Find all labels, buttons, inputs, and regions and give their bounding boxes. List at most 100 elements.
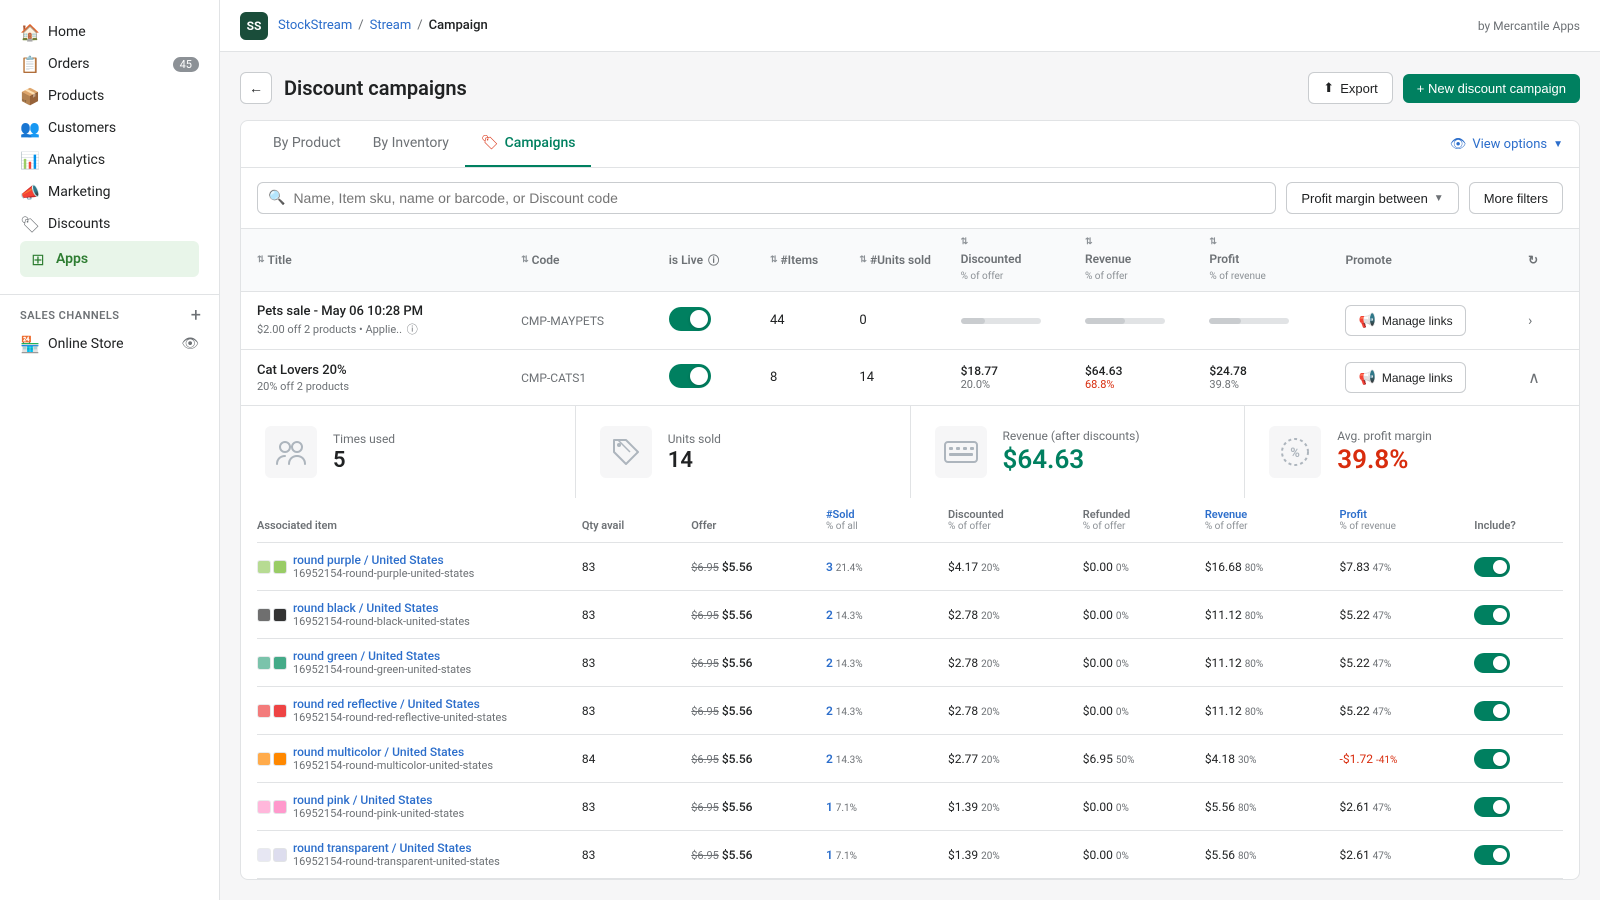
campaign-2-discounted: $18.77 20.0%: [961, 364, 1077, 391]
col-discounted[interactable]: ⇅ Discounted% of offer: [961, 237, 1077, 283]
customers-icon: 👥: [20, 118, 40, 138]
associated-items-section: Associated item Qty avail Offer #Sold % …: [241, 498, 1579, 879]
assoc-col-revenue: Revenue % of offer: [1205, 508, 1332, 532]
assoc-col-sold[interactable]: #Sold % of all: [826, 508, 940, 532]
col-title[interactable]: ⇅ Title: [257, 253, 513, 267]
chevron-up-icon[interactable]: ∧: [1528, 368, 1540, 387]
assoc-row-6: round transparent / United States 169521…: [257, 831, 1563, 879]
search-icon: 🔍: [268, 190, 285, 206]
sidebar-item-customers[interactable]: 👥 Customers: [12, 112, 207, 144]
include-toggle-5[interactable]: [1474, 797, 1510, 817]
campaign-2-live-toggle[interactable]: [669, 364, 762, 392]
sidebar-item-analytics[interactable]: 📊 Analytics: [12, 144, 207, 176]
sidebar-nav: 🏠 Home 📋 Orders 45 📦 Products 👥 Customer…: [0, 0, 219, 295]
col-revenue[interactable]: ⇅ Revenue% of offer: [1085, 237, 1201, 283]
profit-margin-stat-label: Avg. profit margin: [1337, 429, 1432, 443]
breadcrumb-stream[interactable]: Stream: [370, 18, 412, 33]
page-header: ← Discount campaigns ⬆ Export + New disc…: [240, 72, 1580, 104]
campaign-2-collapse[interactable]: ∧: [1528, 368, 1563, 387]
sidebar-item-online-store[interactable]: 🏪 Online Store 👁: [12, 328, 207, 360]
export-icon: ⬆: [1323, 80, 1334, 96]
sidebar-item-label: Customers: [48, 120, 116, 136]
export-button[interactable]: ⬆ Export: [1308, 72, 1392, 104]
manage-links-button-1[interactable]: 📢 Manage links: [1345, 305, 1465, 336]
campaign-1-live-toggle[interactable]: [669, 307, 762, 335]
sidebar-item-label: Online Store: [48, 336, 124, 352]
more-filters-button[interactable]: More filters: [1469, 182, 1563, 214]
col-code[interactable]: ⇅ Code: [521, 253, 661, 267]
campaign-1-manage[interactable]: 📢 Manage links: [1345, 305, 1520, 336]
view-options-button[interactable]: 👁 View options ▼: [1450, 137, 1563, 152]
campaign-1-expand[interactable]: ›: [1528, 313, 1563, 329]
assoc-row-2: round green / United States 16952154-rou…: [257, 639, 1563, 687]
col-islive[interactable]: is Live ⓘ: [669, 252, 762, 268]
campaign-2-code: CMP-CATS1: [521, 371, 661, 385]
times-used-label: Times used: [333, 432, 395, 446]
include-toggle-0[interactable]: [1474, 557, 1510, 577]
table-header: ⇅ Title ⇅ Code is Live ⓘ ⇅ #Items ⇅ #Uni…: [241, 229, 1579, 292]
sidebar-item-orders[interactable]: 📋 Orders 45: [12, 48, 207, 80]
filter-bar: 🔍 Profit margin between ▼ More filters: [241, 168, 1579, 229]
col-profit[interactable]: ⇅ Profit% of revenue: [1209, 237, 1337, 283]
include-toggle-6[interactable]: [1474, 845, 1510, 865]
sidebar-item-apps[interactable]: ⊞ Apps: [20, 241, 199, 277]
tab-campaigns[interactable]: 🏷 Campaigns: [465, 121, 592, 167]
marketing-icon: 📣: [20, 182, 40, 202]
campaign-2-manage[interactable]: 📢 Manage links: [1345, 362, 1520, 393]
sidebar-item-home[interactable]: 🏠 Home: [12, 16, 207, 48]
sidebar-item-marketing[interactable]: 📣 Marketing: [12, 176, 207, 208]
assoc-col-profit: Profit % of revenue: [1340, 508, 1467, 532]
sidebar-item-label: Home: [48, 24, 86, 40]
app-logo: SS: [240, 12, 268, 40]
tab-by-inventory[interactable]: By Inventory: [357, 121, 465, 167]
stats-row: Times used 5 Units sold 14: [241, 406, 1579, 498]
tabs-bar: By Product By Inventory 🏷 Campaigns 👁 Vi…: [241, 121, 1579, 168]
col-items[interactable]: ⇅ #Items: [770, 253, 851, 267]
apps-icon: ⊞: [28, 249, 48, 269]
sort-icon: ⇅: [770, 255, 778, 265]
campaign-1-profit: [1209, 318, 1337, 324]
new-discount-campaign-button[interactable]: + New discount campaign: [1403, 74, 1580, 103]
orders-badge: 45: [173, 57, 199, 72]
breadcrumb-stockstream[interactable]: StockStream: [278, 18, 352, 33]
campaign-2-subtitle: 20% off 2 products: [257, 380, 513, 393]
add-channel-button[interactable]: +: [185, 303, 207, 328]
include-toggle-4[interactable]: [1474, 749, 1510, 769]
campaign-1-units: 0: [859, 313, 952, 328]
search-input[interactable]: [293, 190, 1265, 206]
units-sold-stat-label: Units sold: [668, 432, 721, 446]
profit-margin-filter-button[interactable]: Profit margin between ▼: [1286, 182, 1458, 214]
breadcrumb-campaign: Campaign: [429, 18, 488, 33]
campaign-2-title: Cat Lovers 20%: [257, 363, 513, 378]
assoc-table-header: Associated item Qty avail Offer #Sold % …: [257, 498, 1563, 543]
assoc-col-item: Associated item: [257, 519, 574, 532]
assoc-row-3: round red reflective / United States 169…: [257, 687, 1563, 735]
sidebar-item-discounts[interactable]: 🏷 Discounts: [12, 208, 207, 240]
revenue-stat-label: Revenue (after discounts): [1003, 429, 1140, 443]
megaphone-icon-2: 📢: [1358, 369, 1375, 386]
include-toggle-2[interactable]: [1474, 653, 1510, 673]
manage-links-button-2[interactable]: 📢 Manage links: [1345, 362, 1465, 393]
campaign-1-items: 44: [770, 313, 851, 328]
col-refresh[interactable]: ↻: [1528, 253, 1563, 267]
include-toggle-1[interactable]: [1474, 605, 1510, 625]
chevron-right-icon[interactable]: ›: [1528, 313, 1532, 329]
sidebar-item-products[interactable]: 📦 Products: [12, 80, 207, 112]
include-toggle-3[interactable]: [1474, 701, 1510, 721]
stat-units-sold: Units sold 14: [576, 406, 910, 498]
view-options-label: View options: [1472, 137, 1547, 152]
eye-options-icon: 👁: [1450, 137, 1467, 152]
breadcrumb: SS StockStream / Stream / Campaign: [240, 12, 488, 40]
discounts-icon: 🏷: [20, 214, 40, 234]
export-label: Export: [1340, 81, 1378, 96]
analytics-icon: 📊: [20, 150, 40, 170]
stat-times-used: Times used 5: [241, 406, 575, 498]
sales-channels-label: SALES CHANNELS: [12, 305, 128, 326]
tab-by-product[interactable]: By Product: [257, 121, 357, 167]
info-icon-1[interactable]: ⓘ: [407, 323, 418, 336]
revenue-stat-value: $64.63: [1003, 445, 1140, 475]
assoc-col-refunded: Refunded % of offer: [1083, 508, 1197, 532]
back-button[interactable]: ←: [240, 72, 272, 104]
campaign-2-revenue: $64.63 68.8%: [1085, 364, 1201, 391]
col-units-sold[interactable]: ⇅ #Units sold: [859, 253, 952, 267]
